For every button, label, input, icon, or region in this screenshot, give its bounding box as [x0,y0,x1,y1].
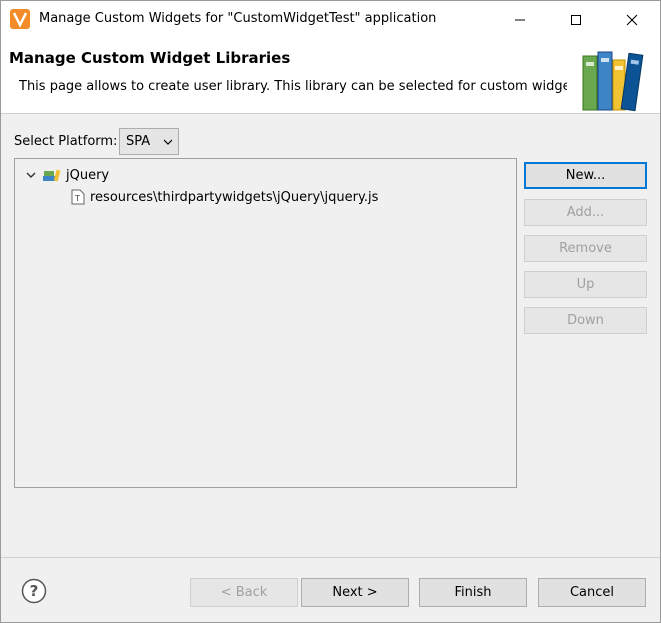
dialog-window: Manage Custom Widgets for "CustomWidgetT… [0,0,661,623]
back-button[interactable]: < Back [190,578,298,607]
page-title: Manage Custom Widget Libraries [9,49,291,67]
footer-divider [1,557,660,558]
chevron-down-icon[interactable] [23,172,39,178]
minimize-button[interactable] [497,1,543,38]
library-tree[interactable]: jQuery T resources\thirdpartywidgets\jQu… [14,158,517,488]
cancel-button[interactable]: Cancel [538,578,646,607]
remove-button[interactable]: Remove [524,235,647,262]
next-button[interactable]: Next > [301,578,409,607]
window-title: Manage Custom Widgets for "CustomWidgetT… [39,11,437,26]
tree-item-file[interactable]: T resources\thirdpartywidgets\jQuery\jqu… [67,187,378,207]
close-button[interactable] [609,1,655,38]
maximize-icon [571,14,581,25]
finish-button[interactable]: Finish [419,578,527,607]
tree-item-library[interactable]: jQuery [23,165,109,185]
books-illustration [567,40,660,112]
page-description: This page allows to create user library.… [19,79,580,94]
chevron-down-icon [158,139,178,145]
new-button[interactable]: New... [524,162,647,189]
platform-selected-value: SPA [126,134,151,149]
tree-item-label: resources\thirdpartywidgets\jQuery\jquer… [90,189,379,205]
down-button[interactable]: Down [524,307,647,334]
svg-text:?: ? [30,582,39,600]
text-file-icon: T [71,189,85,205]
title-bar: Manage Custom Widgets for "CustomWidgetT… [1,1,660,38]
tree-item-label: jQuery [66,167,110,183]
svg-text:T: T [74,194,80,203]
help-icon[interactable]: ? [21,578,47,604]
platform-select[interactable]: SPA [119,128,179,155]
maximize-button[interactable] [553,1,599,38]
wizard-banner: Manage Custom Widget Libraries This page… [1,38,660,114]
add-button[interactable]: Add... [524,199,647,226]
close-icon [626,14,638,25]
platform-label: Select Platform: [14,134,118,149]
minimize-icon [515,19,525,20]
library-icon [43,168,61,182]
up-button[interactable]: Up [524,271,647,298]
app-logo-icon [10,9,30,29]
